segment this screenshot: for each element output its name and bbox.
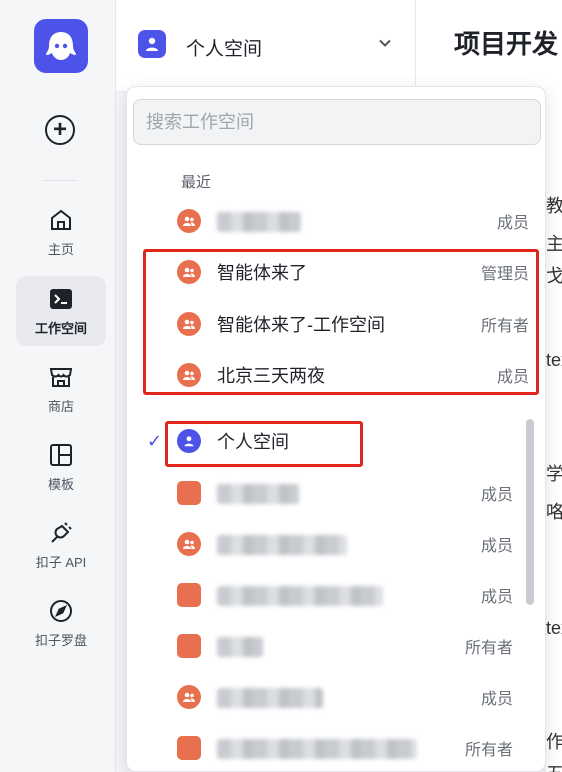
- selected-check-icon: ✓: [147, 431, 163, 451]
- workspace-role: 成员: [480, 538, 513, 555]
- sidebar-item-home[interactable]: 主页: [16, 197, 106, 267]
- workspace-selector[interactable]: 个人空间: [116, 0, 416, 92]
- workspace-list-item[interactable]: 成员: [177, 524, 513, 564]
- workspace-name: [217, 210, 497, 232]
- workspace-list-item[interactable]: 智能体来了 管理员: [177, 252, 529, 292]
- background-text: 作: [546, 732, 562, 752]
- team-icon: [177, 312, 201, 336]
- ghost-logo-icon: [46, 32, 76, 60]
- user-icon: [177, 429, 201, 453]
- background-text: 咯: [546, 502, 562, 522]
- sidebar-item-workspace[interactable]: 工作空间: [16, 276, 106, 346]
- sidebar-item-label: 主页: [47, 241, 74, 257]
- page-title: 项目开发: [454, 29, 559, 59]
- workspace-list-item[interactable]: 所有者: [177, 626, 513, 666]
- workspace-role: 成员: [480, 691, 513, 708]
- workspace-list-item[interactable]: 成员: [177, 677, 513, 717]
- template-icon: [50, 443, 72, 466]
- workspace-name: [217, 686, 481, 708]
- team-icon: [177, 209, 201, 233]
- team-icon: [177, 532, 201, 556]
- rail-divider: [44, 180, 76, 181]
- background-text: 学: [546, 464, 562, 484]
- workspace-name: [217, 635, 465, 657]
- workspace-dropdown: 最近 成员 智能体来了 管理员 智能体来了-工作空间 所有者 北京三天两夜 成员…: [126, 86, 546, 772]
- workspace-role: 成员: [496, 369, 529, 386]
- recent-section-label: 最近: [181, 174, 212, 191]
- workspace-list-item[interactable]: 成员: [177, 201, 529, 241]
- sidebar-item-label: 扣子罗盘: [34, 632, 87, 648]
- background-content: 教 主 戈 tex 学 咯 tex 作 五: [546, 92, 562, 772]
- workspace-avatar: [138, 30, 166, 58]
- workspace-name: 北京三天两夜: [217, 366, 325, 386]
- workspace-avatar: [177, 481, 201, 505]
- sidebar-item-label: 模板: [47, 476, 74, 492]
- sidebar-item-compass[interactable]: 扣子罗盘: [16, 588, 106, 658]
- workspace-name: 智能体来了: [217, 263, 307, 283]
- workspace-list-item-personal[interactable]: 个人空间: [177, 421, 529, 461]
- sidebar-item-store[interactable]: 商店: [16, 354, 106, 424]
- create-plus-icon[interactable]: +: [45, 115, 75, 145]
- team-icon: [177, 685, 201, 709]
- sidebar-item-api[interactable]: 扣子 API: [16, 510, 106, 580]
- terminal-icon: [50, 288, 72, 309]
- workspace-search-input[interactable]: [133, 99, 541, 145]
- sidebar-item-label: 工作空间: [34, 320, 87, 336]
- background-text: 戈: [546, 266, 562, 286]
- workspace-avatar: [177, 736, 201, 760]
- workspace-role: 成员: [480, 487, 513, 504]
- workspace-role: 成员: [496, 215, 529, 232]
- workspace-avatar: [177, 634, 201, 658]
- sidebar-item-label: 扣子 API: [35, 554, 87, 570]
- workspace-role: 管理员: [480, 266, 529, 283]
- left-rail: + 主页 工作空间 商店 模板 扣子 API 扣子罗盘: [0, 0, 116, 772]
- workspace-role: 所有者: [464, 640, 513, 657]
- chevron-down-icon: [379, 39, 391, 47]
- workspace-role: 成员: [480, 589, 513, 606]
- workspace-name: 智能体来了-工作空间: [217, 315, 385, 335]
- workspace-list-item[interactable]: 成员: [177, 575, 513, 615]
- workspace-list-item[interactable]: 成员: [177, 473, 513, 513]
- background-text: 五: [546, 760, 562, 772]
- workspace-name: [217, 533, 481, 555]
- workspace-name: [217, 584, 481, 606]
- sidebar-item-template[interactable]: 模板: [16, 432, 106, 502]
- workspace-avatar: [177, 583, 201, 607]
- background-text: 主: [546, 234, 562, 254]
- sidebar-item-label: 商店: [47, 398, 74, 414]
- background-text: tex: [546, 350, 562, 370]
- user-icon: [146, 37, 158, 51]
- dropdown-scrollbar[interactable]: [526, 419, 534, 605]
- workspace-list-item[interactable]: 智能体来了-工作空间 所有者: [177, 304, 529, 344]
- workspace-list-item[interactable]: 所有者: [177, 728, 513, 768]
- team-icon: [177, 363, 201, 387]
- workspace-role: 所有者: [464, 742, 513, 759]
- background-text: tex: [546, 618, 562, 638]
- background-text: 教: [546, 196, 562, 216]
- workspace-list-item[interactable]: 北京三天两夜 成员: [177, 355, 529, 395]
- home-icon: [51, 209, 71, 230]
- plug-icon: [51, 521, 72, 543]
- workspace-name: 个人空间: [186, 39, 263, 60]
- workspace-name: [217, 737, 465, 759]
- workspace-name: [217, 482, 481, 504]
- workspace-name: 个人空间: [217, 432, 289, 452]
- title-panel: 项目开发: [416, 0, 562, 92]
- compass-icon: [50, 599, 72, 622]
- workspace-role: 所有者: [480, 318, 529, 335]
- store-icon: [49, 367, 73, 387]
- app-logo[interactable]: [34, 19, 88, 73]
- team-icon: [177, 260, 201, 284]
